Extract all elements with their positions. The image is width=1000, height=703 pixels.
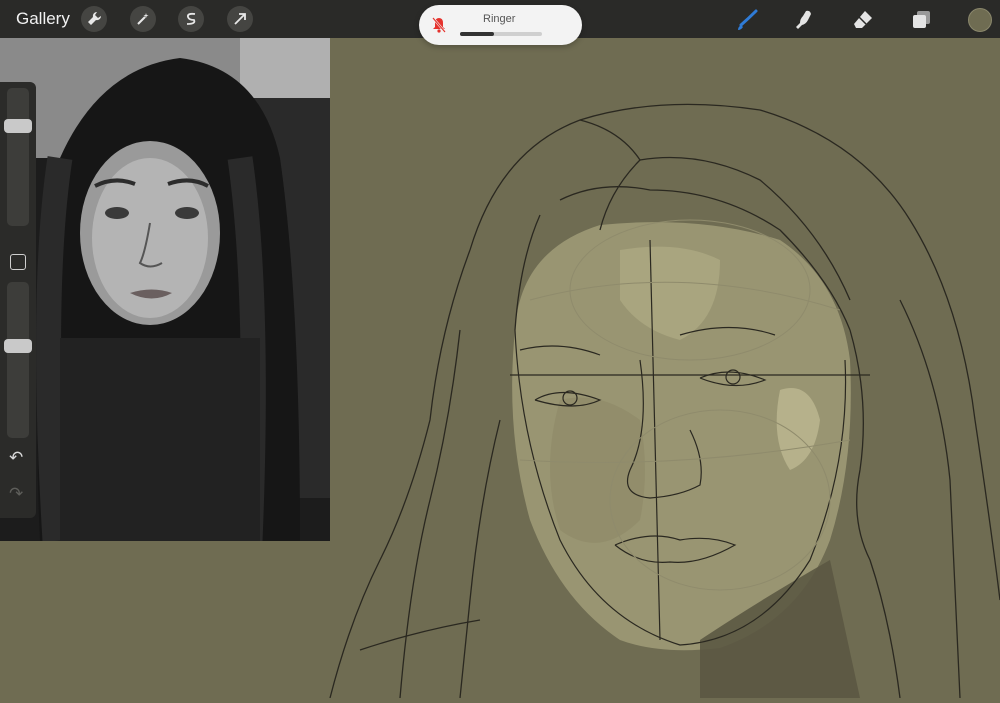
brush-size-thumb[interactable] (4, 119, 32, 133)
eraser-icon[interactable] (849, 6, 877, 34)
brush-icon[interactable] (733, 6, 761, 34)
redo-arrow-icon[interactable]: ↷ (9, 484, 23, 504)
brush-sidebar: ↶ ↷ (0, 82, 36, 518)
wrench-icon[interactable] (81, 6, 107, 32)
arrow-cursor-icon[interactable] (227, 6, 253, 32)
smudge-icon[interactable] (790, 6, 818, 34)
ringer-volume-fill (460, 32, 495, 36)
modify-square-icon[interactable] (10, 254, 26, 270)
reference-photo (0, 38, 330, 541)
magic-wand-icon[interactable] (130, 6, 156, 32)
opacity-slider[interactable] (4, 282, 32, 438)
ringer-volume-hud: Ringer (419, 5, 582, 45)
undo-arrow-icon[interactable]: ↶ (9, 448, 23, 468)
selection-s-icon[interactable] (178, 6, 204, 32)
gallery-button[interactable]: Gallery (16, 9, 70, 29)
reference-image[interactable] (0, 38, 330, 541)
brush-size-slider[interactable] (4, 88, 32, 226)
bell-slash-icon (430, 16, 448, 34)
ringer-volume-track (460, 32, 542, 36)
color-swatch[interactable] (968, 8, 992, 32)
opacity-thumb[interactable] (4, 338, 32, 353)
layers-icon[interactable] (907, 6, 935, 34)
ringer-label: Ringer (483, 13, 516, 25)
